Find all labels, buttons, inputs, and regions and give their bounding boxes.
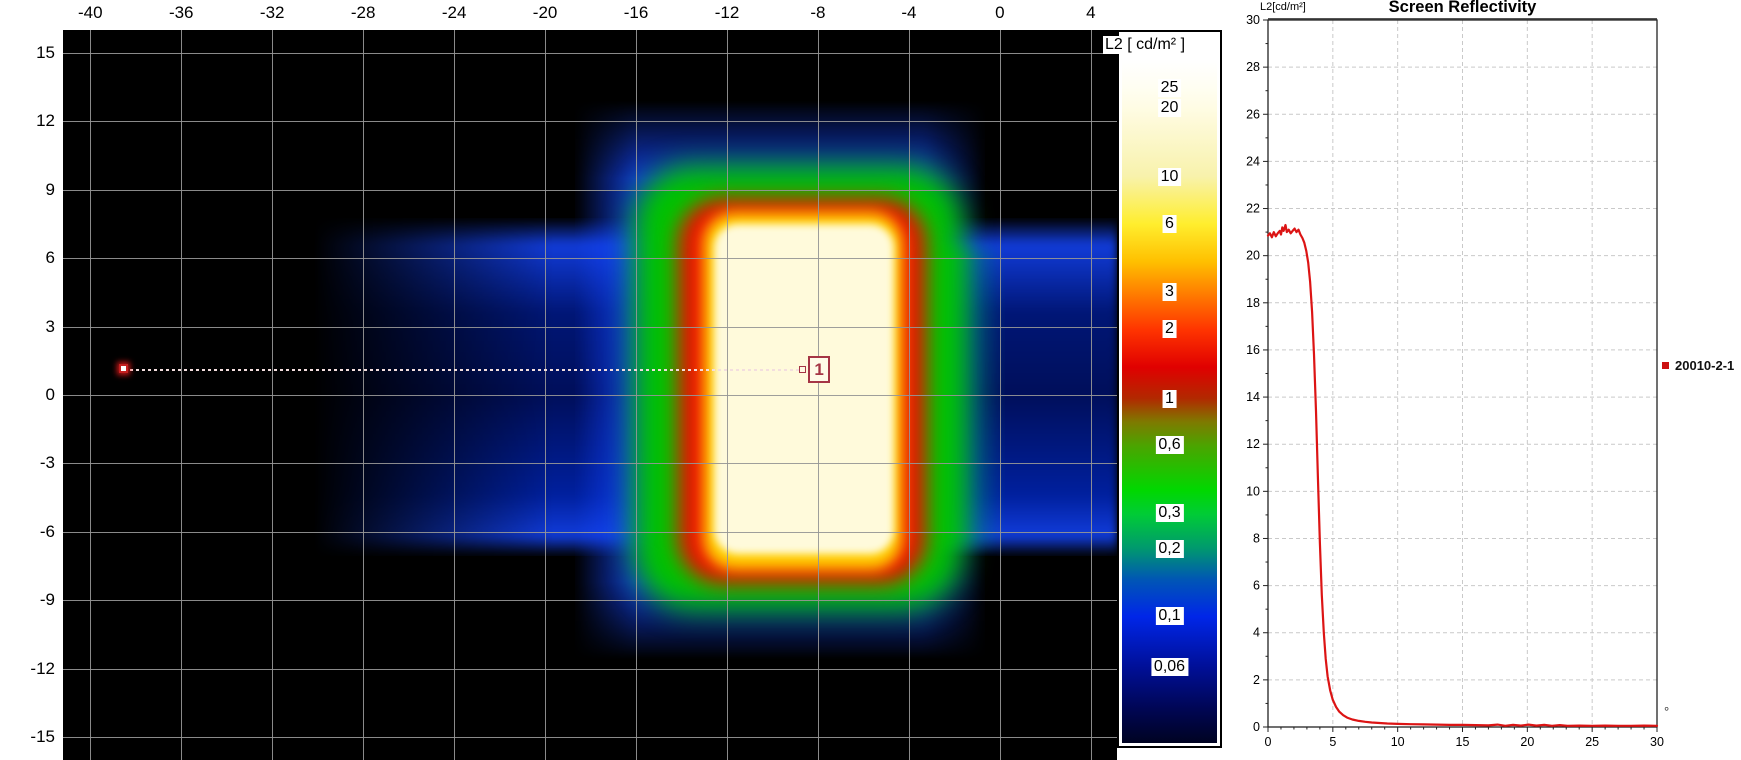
heatmap-y-tick-label: 9 bbox=[0, 180, 55, 200]
svg-text:10: 10 bbox=[1391, 735, 1405, 749]
heatmap-x-tick-label: -24 bbox=[442, 3, 467, 23]
heatmap-gridline bbox=[63, 121, 1117, 122]
heatmap-gridline bbox=[63, 737, 1117, 738]
colorbar-scale-value: 0,06 bbox=[1151, 658, 1188, 676]
colorbar-scale-value: 0,3 bbox=[1155, 504, 1183, 522]
x-axis-degree-unit: ° bbox=[1664, 704, 1669, 719]
heatmap-x-tick-label: -16 bbox=[624, 3, 649, 23]
heatmap-x-tick-label: -32 bbox=[260, 3, 285, 23]
colorbar-scale-value: 0,1 bbox=[1155, 607, 1183, 625]
colorbar-scale-value: 25 bbox=[1158, 79, 1182, 97]
heatmap-x-tick-label: -4 bbox=[901, 3, 916, 23]
svg-text:0: 0 bbox=[1265, 735, 1272, 749]
svg-text:15: 15 bbox=[1456, 735, 1470, 749]
probe-start-marker[interactable] bbox=[119, 364, 128, 373]
svg-text:30: 30 bbox=[1650, 735, 1664, 749]
legend: 20010-2-1 bbox=[1662, 358, 1734, 373]
svg-text:0: 0 bbox=[1253, 720, 1260, 734]
heatmap-gridline bbox=[63, 327, 1117, 328]
heatmap-y-tick-label: -15 bbox=[0, 727, 55, 747]
heatmap-x-tick-label: -20 bbox=[533, 3, 558, 23]
heatmap-gridline bbox=[63, 395, 1117, 396]
probe-marker-1[interactable]: 1 bbox=[808, 356, 830, 383]
heatmap-y-tick-label: 6 bbox=[0, 248, 55, 268]
heatmap-y-tick-label: 3 bbox=[0, 317, 55, 337]
svg-text:18: 18 bbox=[1246, 296, 1260, 310]
heatmap-gridline bbox=[63, 600, 1117, 601]
heatmap-x-tick-label: -28 bbox=[351, 3, 376, 23]
svg-text:20: 20 bbox=[1246, 249, 1260, 263]
svg-text:14: 14 bbox=[1246, 390, 1260, 404]
colorbar-title: L2 [ cd/m² ] bbox=[1103, 36, 1187, 54]
legend-series-label: 20010-2-1 bbox=[1675, 358, 1734, 373]
heatmap-gridline bbox=[63, 190, 1117, 191]
svg-text:6: 6 bbox=[1253, 579, 1260, 593]
heatmap-gridline bbox=[63, 258, 1117, 259]
colorbar-scale-value: 3 bbox=[1162, 283, 1177, 301]
heatmap-y-tick-label: -3 bbox=[0, 453, 55, 473]
svg-text:24: 24 bbox=[1246, 154, 1260, 168]
colorbar-scale-value: 0,6 bbox=[1155, 436, 1183, 454]
heatmap-bright-core bbox=[714, 224, 894, 554]
colorbar-scale-value: 20 bbox=[1158, 99, 1182, 117]
heatmap-y-tick-label: -6 bbox=[0, 522, 55, 542]
reflectivity-plot: 002456810101214151618202022242526283030 bbox=[1228, 0, 1741, 760]
svg-text:26: 26 bbox=[1246, 107, 1260, 121]
heatmap-y-tick-label: 12 bbox=[0, 111, 55, 131]
heatmap-x-tick-label: -12 bbox=[715, 3, 740, 23]
heatmap-y-tick-label: 0 bbox=[0, 385, 55, 405]
heatmap-gridline bbox=[63, 53, 1117, 54]
svg-text:10: 10 bbox=[1246, 484, 1260, 498]
heatmap-x-tick-label: 4 bbox=[1086, 3, 1095, 23]
heatmap-y-tick-label: -12 bbox=[0, 659, 55, 679]
heatmap-x-tick-label: -8 bbox=[810, 3, 825, 23]
colorbar-scale-value: 0,2 bbox=[1155, 540, 1183, 558]
heatmap-x-tick-label: -40 bbox=[78, 3, 103, 23]
svg-text:5: 5 bbox=[1329, 735, 1336, 749]
svg-text:20: 20 bbox=[1520, 735, 1534, 749]
heatmap-gridline bbox=[63, 669, 1117, 670]
colorbar-scale-value: 2 bbox=[1162, 320, 1177, 338]
svg-text:16: 16 bbox=[1246, 343, 1260, 357]
heatmap-gridline bbox=[63, 463, 1117, 464]
reflectivity-chart-panel: Screen Reflectivity L2[cd/m²] 0024568101… bbox=[1228, 0, 1741, 760]
colorbar-panel: L2 [ cd/m² ] 25201063210,60,30,20,10,06 bbox=[1117, 30, 1222, 748]
svg-text:2: 2 bbox=[1253, 673, 1260, 687]
svg-text:4: 4 bbox=[1253, 626, 1260, 640]
legend-series-marker bbox=[1662, 362, 1669, 369]
colorbar-scale-value: 1 bbox=[1162, 390, 1177, 408]
probe-end-marker[interactable] bbox=[799, 366, 806, 373]
heatmap-y-tick-label: 15 bbox=[0, 43, 55, 63]
measurement-probe-line[interactable] bbox=[124, 369, 802, 371]
colorbar-gradient: 25 20 10 6 3 2 1 0,6 0,3 0,2 0,1 0,06 bbox=[1122, 60, 1217, 743]
heatmap-x-tick-label: -36 bbox=[169, 3, 194, 23]
svg-text:22: 22 bbox=[1246, 202, 1260, 216]
svg-text:30: 30 bbox=[1246, 13, 1260, 27]
heatmap-y-tick-label: -9 bbox=[0, 590, 55, 610]
luminance-heatmap[interactable]: 1 bbox=[63, 30, 1117, 760]
luminance-measurement-window: -40-36-32-28-24-20-16-12-8-404 15129630-… bbox=[0, 0, 1741, 760]
colorbar-scale-value: 10 bbox=[1158, 168, 1182, 186]
svg-text:8: 8 bbox=[1253, 531, 1260, 545]
svg-text:25: 25 bbox=[1585, 735, 1599, 749]
heatmap-x-tick-label: 0 bbox=[995, 3, 1004, 23]
heatmap-gridline bbox=[63, 532, 1117, 533]
colorbar-scale-value: 6 bbox=[1162, 215, 1177, 233]
svg-text:12: 12 bbox=[1246, 437, 1260, 451]
svg-text:28: 28 bbox=[1246, 60, 1260, 74]
